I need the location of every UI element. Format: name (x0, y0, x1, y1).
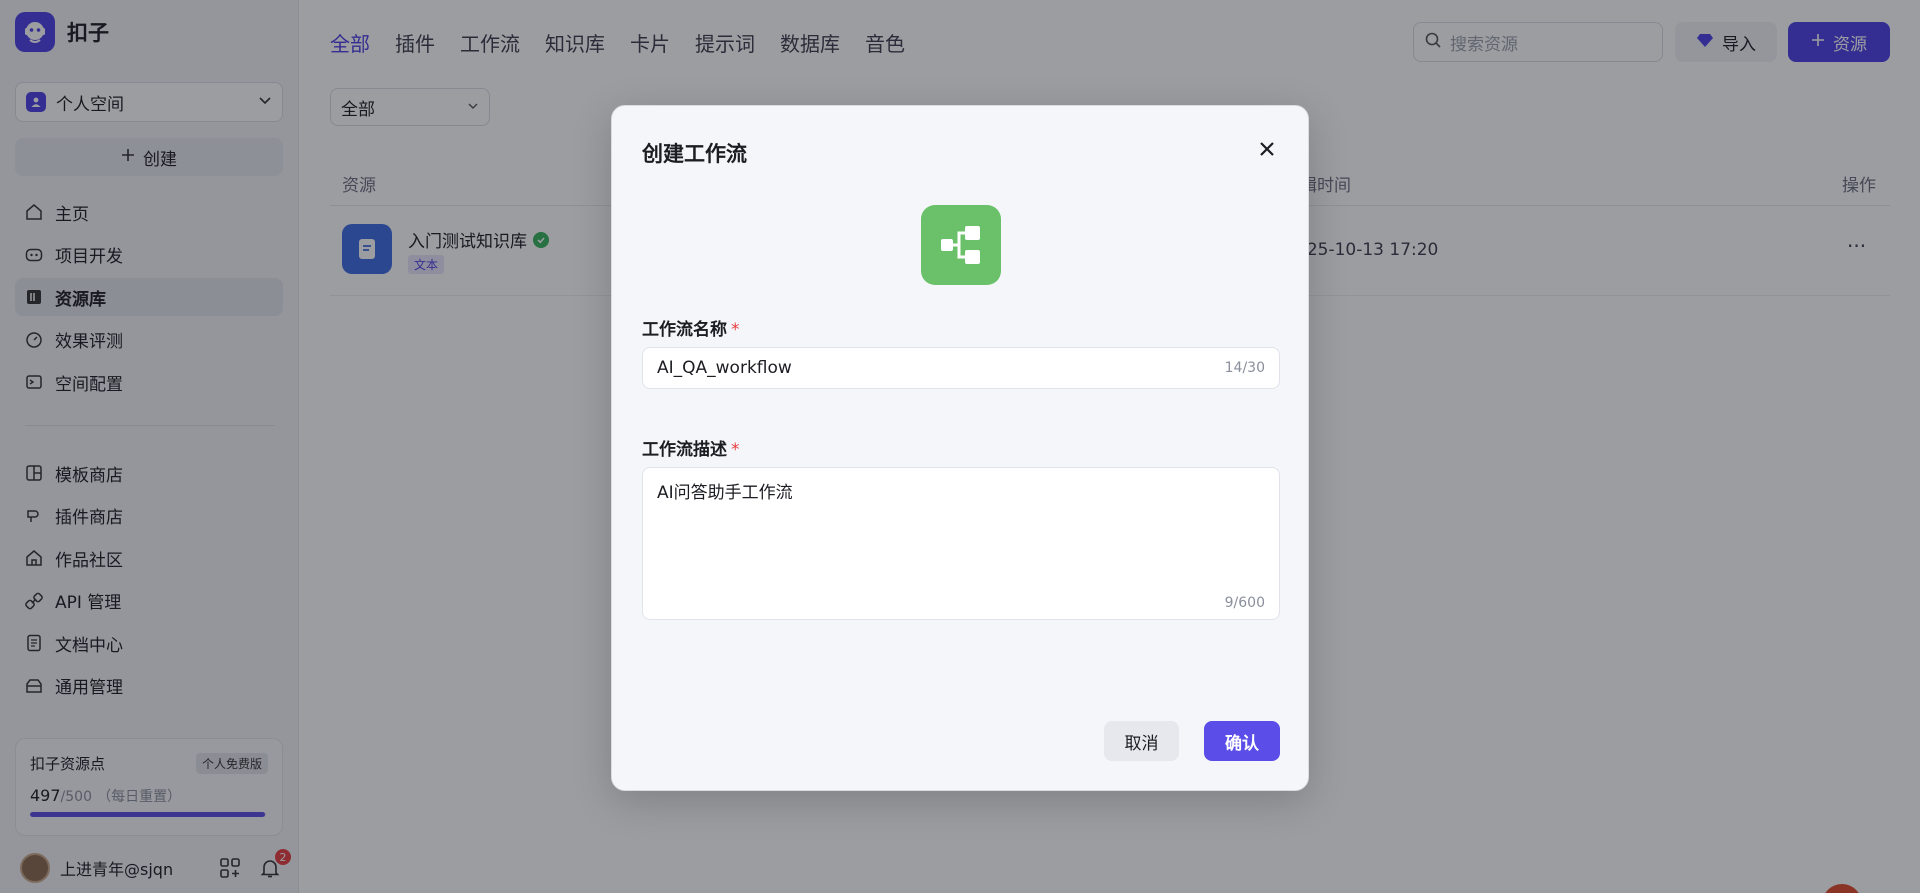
workflow-description-label-text: 工作流描述 (642, 440, 727, 460)
workflow-icon[interactable] (921, 205, 1001, 285)
workflow-name-value: AI_QA_workflow (657, 358, 792, 378)
cancel-button[interactable]: 取消 (1104, 721, 1179, 761)
required-mark: * (731, 440, 740, 460)
confirm-button[interactable]: 确认 (1204, 721, 1280, 761)
workflow-name-label: 工作流名称 * (642, 315, 740, 340)
description-char-counter: 9/600 (1224, 595, 1265, 611)
name-char-counter: 14/30 (1224, 360, 1265, 376)
dialog-title: 创建工作流 (642, 142, 747, 166)
create-workflow-dialog: 创建工作流 工作流名称 * AI_QA_workflow 14/30 工作流描述 *… (611, 105, 1309, 791)
workflow-description-value: AI问答助手工作流 (657, 483, 793, 503)
workflow-description-textarea[interactable]: AI问答助手工作流 9/600 (642, 467, 1280, 620)
workflow-description-label: 工作流描述 * (642, 435, 740, 460)
workflow-name-input[interactable]: AI_QA_workflow 14/30 (642, 347, 1280, 389)
required-mark: * (731, 320, 740, 340)
workflow-name-label-text: 工作流名称 (642, 320, 727, 340)
close-icon[interactable] (1254, 136, 1280, 162)
